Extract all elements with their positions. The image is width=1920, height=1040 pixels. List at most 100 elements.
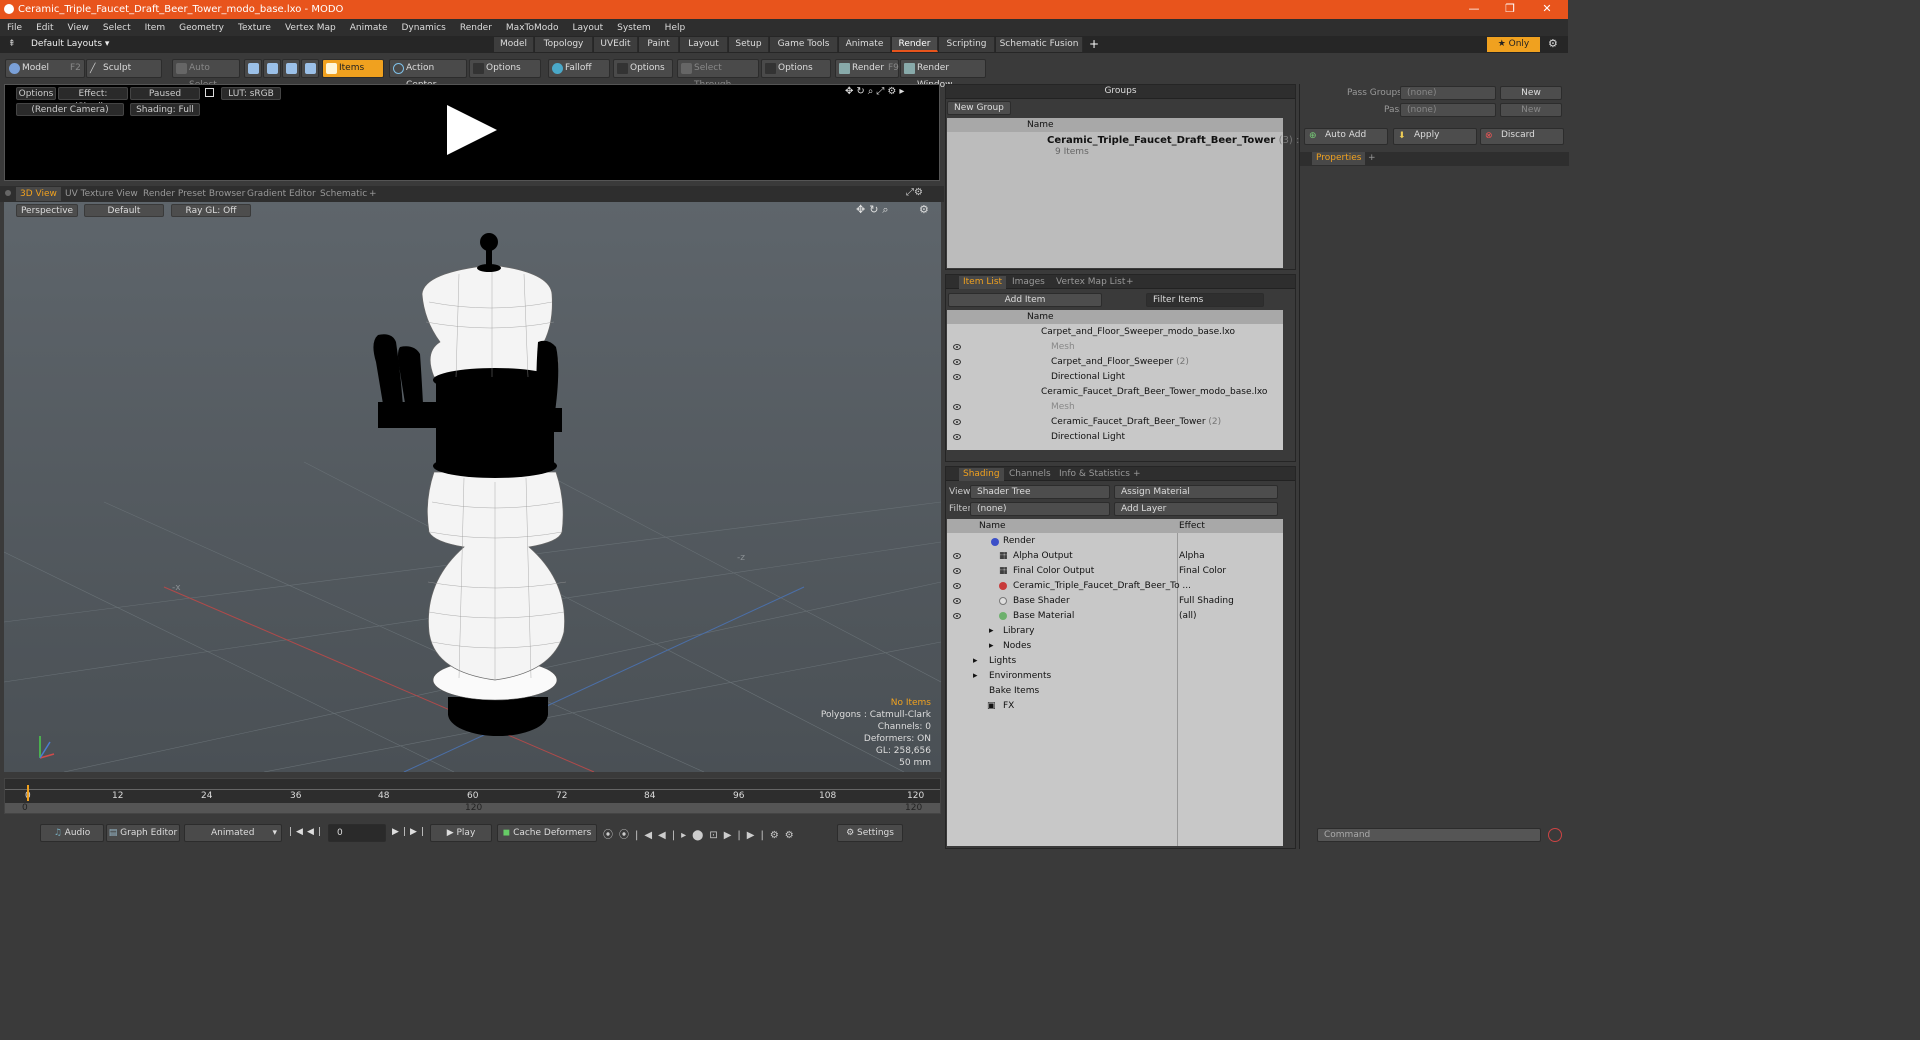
shader-row[interactable]: ▣ FX <box>947 699 1283 713</box>
tab-game-tools[interactable]: Game Tools <box>770 37 838 52</box>
tab-vertex-map-list[interactable]: Vertex Map List <box>1052 276 1129 289</box>
menu-edit[interactable]: Edit <box>29 23 60 33</box>
menu-layout[interactable]: Layout <box>566 23 611 33</box>
tab-scripting[interactable]: Scripting <box>939 37 995 52</box>
tab-layout[interactable]: Layout <box>680 37 728 52</box>
add-layout-tab-button[interactable]: + <box>1089 37 1099 51</box>
menu-geometry[interactable]: Geometry <box>172 23 231 33</box>
add-list-tab-button[interactable]: + <box>1122 276 1138 289</box>
tab-render-preset-browser[interactable]: Render Preset Browser <box>139 187 249 201</box>
restore-button[interactable]: ❐ <box>1493 0 1527 19</box>
passes-dropdown[interactable]: (none) <box>1400 103 1496 117</box>
select-through-button[interactable]: Select Through <box>677 59 759 90</box>
add-item-dropdown[interactable]: Add Item <box>948 293 1102 307</box>
edges-mode-button[interactable] <box>263 59 281 78</box>
eye-icon[interactable] <box>953 568 961 574</box>
tab-uv-texture-view[interactable]: UV Texture View <box>61 187 142 201</box>
eye-icon[interactable] <box>953 598 961 604</box>
graph-editor-button[interactable]: ▤ Graph Editor <box>106 824 180 842</box>
filter-items-input[interactable]: Filter Items <box>1146 293 1264 307</box>
menu-item[interactable]: Item <box>138 23 173 33</box>
render-button[interactable]: Render F9 <box>835 59 899 78</box>
preview-effect-dropdown[interactable]: Effect: (Shadi... <box>58 87 128 112</box>
eye-icon[interactable] <box>953 553 961 559</box>
new-pass-group-button[interactable]: New <box>1500 86 1562 100</box>
panel-menu-icon[interactable] <box>5 190 11 196</box>
key-tools-icon[interactable]: ⦿⦿|◀◀|▸⬤⊡▶|▶|⚙⚙ <box>603 826 800 841</box>
item-row[interactable]: Carpet_and_Floor_Sweeper_modo_base.lxo <box>947 325 1283 339</box>
eye-icon[interactable] <box>953 344 961 350</box>
menu-vertex-map[interactable]: Vertex Map <box>278 23 343 33</box>
shader-row[interactable]: ▸ Nodes <box>947 639 1283 653</box>
preview-view-controls-icon[interactable]: ✥↻⌕⤢⚙▸ <box>845 86 907 97</box>
only-toggle[interactable]: ★ Only <box>1487 37 1540 52</box>
lock-icon[interactable] <box>205 88 214 97</box>
add-view-tab-button[interactable]: + <box>365 187 381 201</box>
item-row[interactable]: Mesh <box>947 400 1283 414</box>
tab-uvedit[interactable]: UVEdit <box>594 37 638 52</box>
select-through-options-button[interactable]: Options <box>761 59 831 78</box>
close-button[interactable]: ✕ <box>1530 0 1564 19</box>
timeline[interactable]: 0 12 24 36 48 60 72 84 96 108 120 0 120 … <box>4 778 941 814</box>
play-button[interactable]: ▶ Play <box>430 824 492 842</box>
discard-button[interactable]: Discard <box>1480 128 1564 145</box>
item-row[interactable]: Ceramic_Faucet_Draft_Beer_Tower (2) <box>947 415 1283 429</box>
eye-icon[interactable] <box>953 359 961 365</box>
3d-viewport[interactable]: Perspective Default Ray GL: Off ✥↻⌕ ⚙ -x… <box>4 202 941 772</box>
animated-dropdown[interactable]: Animated ▾ <box>184 824 282 842</box>
layout-collapse-icon[interactable]: ⇞ <box>8 39 16 49</box>
menu-maxtomodo[interactable]: MaxToModo <box>499 23 566 33</box>
minimize-button[interactable]: — <box>1457 0 1491 19</box>
apply-button[interactable]: Apply <box>1393 128 1477 145</box>
items-mode-button[interactable]: Items <box>322 59 384 78</box>
eye-icon[interactable] <box>953 419 961 425</box>
viewport-maximize-icon[interactable]: ⤢⚙ <box>906 187 923 198</box>
preview-paused-button[interactable]: Paused <box>130 87 200 100</box>
auto-select-button[interactable]: Auto Select <box>172 59 240 90</box>
command-input[interactable]: Command <box>1317 828 1541 842</box>
item-row[interactable]: Directional Light <box>947 370 1283 384</box>
new-group-button[interactable]: New Group <box>947 101 1011 115</box>
transport-back-controls-icon[interactable]: |◀◀| <box>289 827 325 837</box>
shader-row[interactable]: Ceramic_Triple_Faucet_Draft_Beer_To ... <box>947 579 1283 593</box>
render-camera-dropdown[interactable]: (Render Camera) <box>16 103 124 116</box>
item-row[interactable]: Directional Light <box>947 430 1283 444</box>
tab-schematic[interactable]: Schematic <box>316 187 371 201</box>
tab-item-list[interactable]: Item List <box>959 276 1007 289</box>
tab-model[interactable]: Model <box>494 37 534 52</box>
materials-mode-button[interactable] <box>301 59 319 78</box>
tab-schematic-fusion[interactable]: Schematic Fusion <box>996 37 1083 52</box>
menu-help[interactable]: Help <box>658 23 693 33</box>
preview-options-button[interactable]: Options <box>16 87 56 100</box>
menu-render[interactable]: Render <box>453 23 499 33</box>
tab-images[interactable]: Images <box>1008 276 1049 289</box>
cache-deformers-button[interactable]: ◼ Cache Deformers <box>497 824 597 842</box>
shading-dropdown[interactable]: Shading: Full <box>130 103 200 116</box>
falloff-button[interactable]: Falloff <box>548 59 610 78</box>
shader-row[interactable]: Render <box>947 534 1283 548</box>
eye-icon[interactable] <box>953 583 961 589</box>
expand-icon[interactable]: ▸ <box>973 654 978 668</box>
item-row[interactable]: Carpet_and_Floor_Sweeper (2) <box>947 355 1283 369</box>
expand-icon[interactable]: ▸ <box>973 669 978 683</box>
menu-select[interactable]: Select <box>96 23 138 33</box>
eye-icon[interactable] <box>953 434 961 440</box>
eye-icon[interactable] <box>953 613 961 619</box>
tab-animate[interactable]: Animate <box>839 37 891 52</box>
assign-material-dropdown[interactable]: Assign Material <box>1114 485 1278 499</box>
tab-gradient-editor[interactable]: Gradient Editor <box>243 187 320 201</box>
render-window-button[interactable]: Render Window <box>900 59 986 90</box>
eye-icon[interactable] <box>953 404 961 410</box>
tab-info-statistics[interactable]: Info & Statistics <box>1055 468 1134 481</box>
shader-row[interactable]: ▦ Alpha Output Alpha <box>947 549 1283 563</box>
tab-shading[interactable]: Shading <box>959 468 1004 481</box>
transport-forward-controls-icon[interactable]: ▶|▶| <box>392 827 428 837</box>
tab-setup[interactable]: Setup <box>729 37 769 52</box>
action-center-button[interactable]: Action Center <box>389 59 467 90</box>
model-mode-button[interactable]: Model F2 <box>5 59 85 78</box>
polygons-mode-button[interactable] <box>282 59 300 78</box>
shader-row[interactable]: ▸ Environments <box>947 669 1283 683</box>
menu-texture[interactable]: Texture <box>231 23 278 33</box>
tab-channels[interactable]: Channels <box>1005 468 1055 481</box>
tab-paint[interactable]: Paint <box>639 37 679 52</box>
